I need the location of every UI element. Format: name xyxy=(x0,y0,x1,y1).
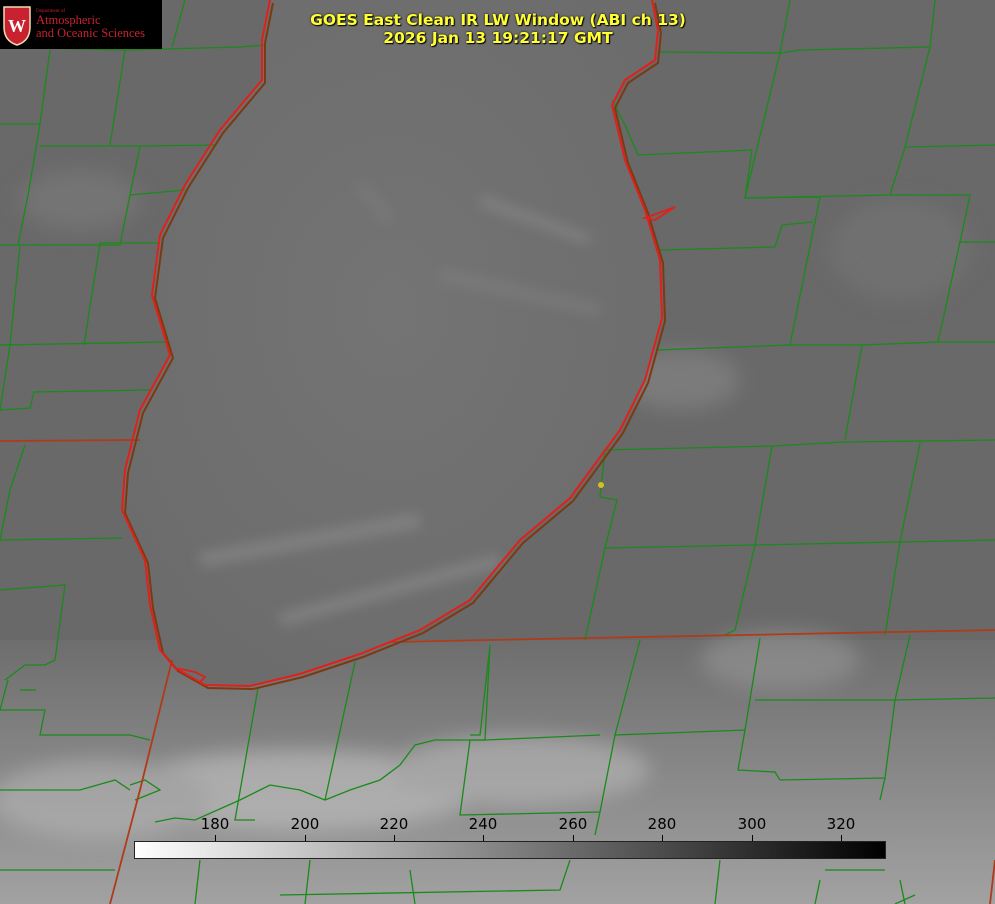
colorbar-tick-label: 240 xyxy=(468,815,498,833)
logo-text: Department of Atmospheric and Oceanic Sc… xyxy=(36,9,145,41)
cloud-band xyxy=(830,200,970,300)
temperature-colorbar xyxy=(134,841,886,859)
logo-line-2: and Oceanic Sciences xyxy=(36,26,145,41)
colorbar-tick-label: 280 xyxy=(647,815,677,833)
cloud-band xyxy=(0,760,210,840)
colorbar-tick-label: 220 xyxy=(379,815,409,833)
location-marker xyxy=(598,482,604,488)
satellite-map xyxy=(0,0,995,904)
university-seal-icon: W xyxy=(3,5,31,46)
colorbar-tick-label: 260 xyxy=(558,815,588,833)
colorbar-tick-label: 180 xyxy=(200,815,230,833)
svg-text:W: W xyxy=(8,16,26,36)
colorbar-tick-label: 200 xyxy=(290,815,320,833)
cloud-band xyxy=(700,630,860,690)
image-title: GOES East Clean IR LW Window (ABI ch 13) xyxy=(310,11,686,29)
cloud-band xyxy=(390,735,650,805)
colorbar-tick-label: 300 xyxy=(737,815,767,833)
image-timestamp: 2026 Jan 13 19:21:17 GMT xyxy=(383,29,613,47)
aos-logo: W Department of Atmospheric and Oceanic … xyxy=(0,0,162,49)
colorbar-tick-label: 320 xyxy=(826,815,856,833)
cloud-band xyxy=(20,170,140,230)
